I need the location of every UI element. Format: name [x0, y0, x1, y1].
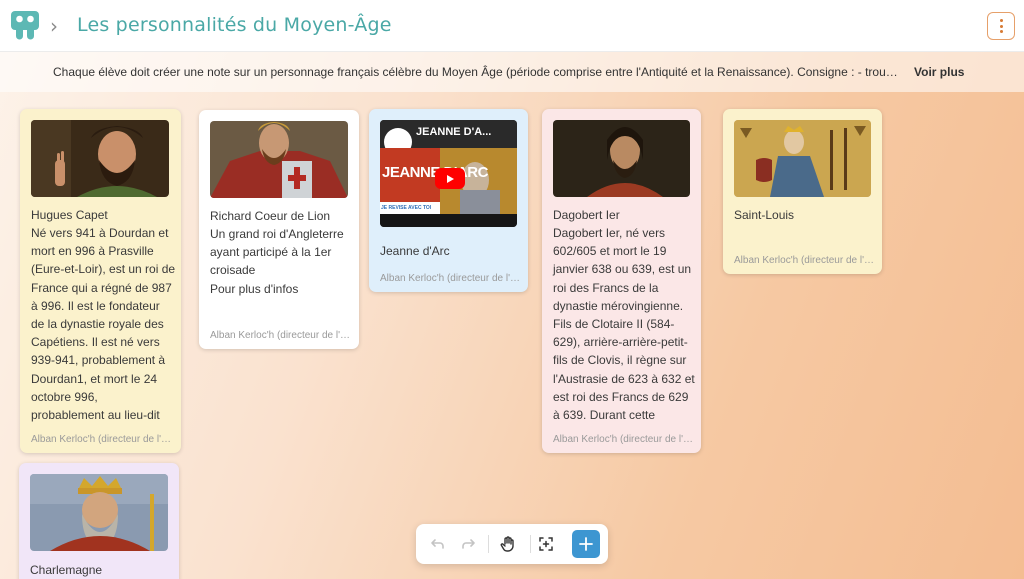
toolbar-divider — [530, 535, 531, 553]
post-card[interactable]: Hugues Capet Né vers 941 à Dourdan et mo… — [20, 109, 181, 453]
card-author: Alban Kerloc'h (directeur de l'école) — [553, 434, 693, 445]
see-more-link[interactable]: Voir plus — [914, 65, 964, 79]
post-card[interactable]: Richard Coeur de Lion Un grand roi d'Ang… — [199, 110, 359, 349]
portrait-image — [734, 120, 871, 197]
menu-dot-icon — [999, 19, 1003, 22]
video-thumbnail[interactable]: JEANNE D'A... JEANNE D'ARC JE REVISE AVE… — [380, 120, 517, 227]
portrait-image — [30, 474, 168, 551]
video-title: JEANNE D'A... — [416, 126, 492, 138]
card-body: Dagobert Ier, né vers 602/605 et mort le… — [553, 226, 695, 423]
focus-icon[interactable] — [534, 532, 558, 556]
add-post-button[interactable] — [572, 530, 600, 558]
card-author: Alban Kerloc'h (directeur de l'école) — [31, 434, 171, 445]
plus-icon — [579, 537, 593, 551]
card-body: Un grand roi d'Angleterre ayant particip… — [210, 227, 344, 296]
post-card[interactable]: Saint-Louis Alban Kerloc'h (directeur de… — [723, 109, 882, 274]
menu-dot-icon — [999, 30, 1003, 33]
card-title: Richard Coeur de Lion — [210, 209, 331, 223]
portrait-image — [31, 120, 169, 197]
post-card[interactable]: Charlemagne — [19, 463, 179, 579]
bottom-toolbar — [416, 524, 608, 564]
menu-dot-icon — [999, 24, 1003, 28]
toolbar-divider — [488, 535, 489, 553]
card-author: Alban Kerloc'h (directeur de l'école) — [380, 273, 520, 284]
redo-icon[interactable] — [456, 532, 480, 556]
card-author: Alban Kerloc'h (directeur de l'école) — [734, 255, 874, 266]
card-body: Né vers 941 à Dourdan et mort en 996 à P… — [31, 226, 176, 423]
play-icon[interactable] — [435, 168, 465, 189]
more-menu-button[interactable] — [987, 12, 1015, 40]
board-title: Les personnalités du Moyen-Âge — [77, 14, 392, 36]
portrait-image — [553, 120, 690, 197]
card-title: Hugues Capet — [31, 208, 108, 222]
post-card[interactable]: Dagobert Ier Dagobert Ier, né vers 602/6… — [542, 109, 701, 453]
description-text: Chaque élève doit créer une note sur un … — [53, 65, 899, 79]
card-title: Jeanne d'Arc — [380, 244, 450, 258]
hand-icon[interactable] — [496, 532, 520, 556]
card-author: Alban Kerloc'h (directeur de l'école) — [210, 330, 350, 341]
portrait-image — [210, 121, 348, 198]
post-card[interactable]: JEANNE D'A... JEANNE D'ARC JE REVISE AVE… — [369, 109, 528, 292]
card-title: Dagobert Ier — [553, 208, 620, 222]
padlet-logo-icon[interactable] — [11, 11, 39, 41]
video-badge-text: JE REVISE AVEC TOI — [381, 205, 432, 211]
top-bar: › Les personnalités du Moyen-Âge — [0, 0, 1024, 52]
card-title: Saint-Louis — [734, 208, 795, 222]
card-title: Charlemagne — [30, 563, 103, 577]
board-description: Chaque élève doit créer une note sur un … — [0, 52, 1024, 92]
breadcrumb-chevron-icon: › — [50, 14, 58, 38]
undo-icon[interactable] — [426, 532, 450, 556]
